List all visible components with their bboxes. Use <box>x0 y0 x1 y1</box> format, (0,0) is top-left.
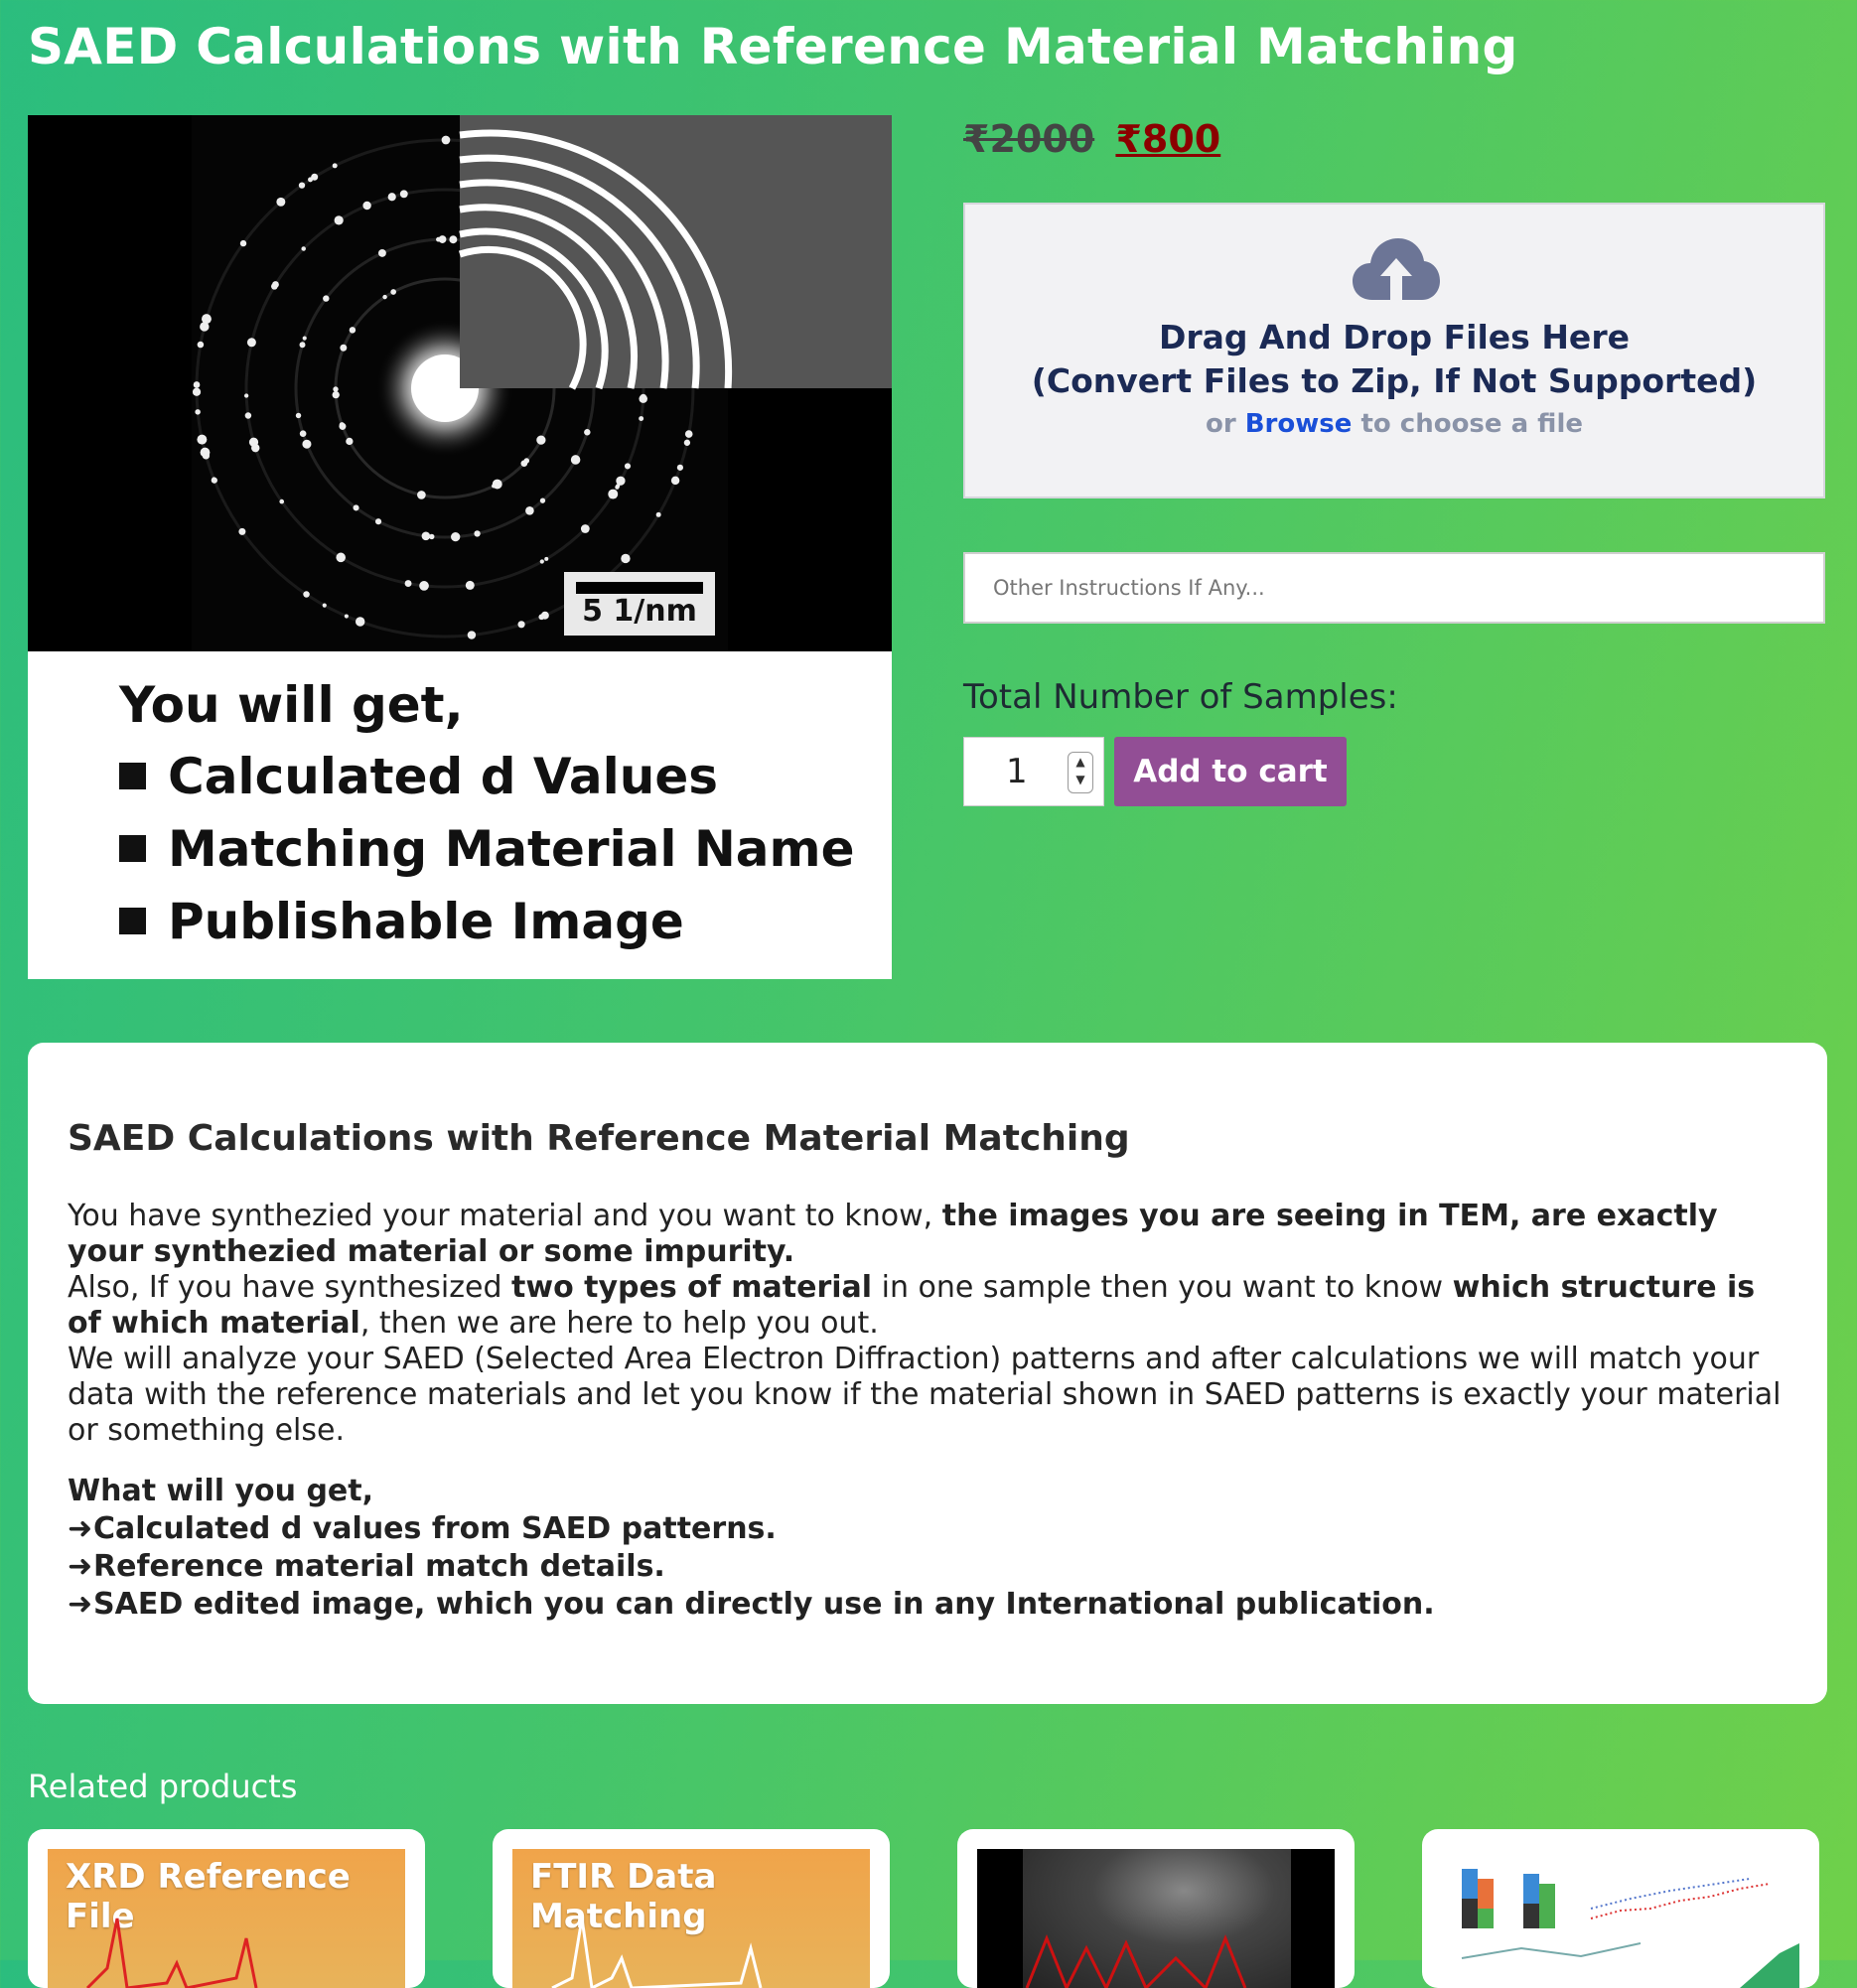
other-instructions-input[interactable] <box>963 552 1825 624</box>
tem-overlay-graphic <box>1025 1933 1247 1988</box>
list-item: ➜Calculated d values from SAED patterns. <box>68 1510 1787 1548</box>
arrow-right-icon: ➜ <box>68 1511 93 1546</box>
what-you-get-list: What will you get, ➜Calculated d values … <box>68 1473 1787 1624</box>
benefits-heading: You will get, <box>119 676 464 734</box>
price-new: ₹800 <box>1115 117 1221 161</box>
scale-bar: 5 1/nm <box>564 572 715 636</box>
price: ₹2000 ₹800 <box>963 117 1220 161</box>
related-product-card[interactable] <box>1422 1829 1819 1988</box>
description-paragraph: You have synthezied your material and yo… <box>68 1199 1787 1449</box>
desc-text: We will analyze your SAED (Selected Area… <box>68 1342 1782 1448</box>
benefit-item: Matching Material Name <box>119 812 855 885</box>
desc-text: in one sample then you want to know <box>872 1270 1453 1305</box>
benefit-label: Calculated d Values <box>168 747 719 805</box>
related-product-thumbnail[interactable]: FTIR Data Matching <box>512 1849 870 1988</box>
list-item-label: SAED edited image, which you can directl… <box>93 1587 1435 1622</box>
stepper-arrows-icon[interactable]: ▲ ▼ <box>1068 752 1093 793</box>
dropzone-title: Drag And Drop Files Here (Convert Files … <box>965 316 1823 403</box>
scale-bar-label: 5 1/nm <box>582 594 697 629</box>
benefit-label: Publishable Image <box>168 892 684 950</box>
dropzone-subtext: or Browse to choose a file <box>965 409 1823 439</box>
quantity-stepper[interactable]: 1 ▲ ▼ <box>963 737 1104 806</box>
list-item: ➜SAED edited image, which you can direct… <box>68 1586 1787 1624</box>
related-product-card[interactable] <box>957 1829 1355 1988</box>
related-product-thumbnail[interactable]: XRD Reference File <box>48 1849 405 1988</box>
charts-graphic <box>1461 1869 1799 1988</box>
related-product-card[interactable]: FTIR Data Matching <box>493 1829 890 1988</box>
square-bullet-icon <box>119 763 146 789</box>
benefit-item: Calculated d Values <box>119 740 855 812</box>
benefit-label: Matching Material Name <box>168 819 855 878</box>
related-product-card[interactable]: XRD Reference File <box>28 1829 425 1988</box>
dropzone-or: or <box>1205 409 1236 439</box>
spectrum-graphic <box>85 1917 258 1988</box>
dropzone-title-line1: Drag And Drop Files Here <box>1159 318 1630 356</box>
browse-link[interactable]: Browse <box>1245 409 1353 439</box>
spectrum-graphic <box>551 1917 763 1988</box>
price-old: ₹2000 <box>963 117 1095 161</box>
description-title: SAED Calculations with Reference Materia… <box>68 1118 1130 1159</box>
benefits-list: You will get, Calculated d Values Matchi… <box>119 676 855 957</box>
arrow-right-icon: ➜ <box>68 1549 93 1584</box>
list-item-label: Calculated d values from SAED patterns. <box>93 1511 777 1546</box>
square-bullet-icon <box>119 835 146 862</box>
description-card: SAED Calculations with Reference Materia… <box>28 1043 1827 1704</box>
square-bullet-icon <box>119 908 146 934</box>
dropzone-suffix: to choose a file <box>1360 409 1584 439</box>
related-product-thumbnail[interactable] <box>977 1849 1335 1988</box>
related-products-heading: Related products <box>28 1768 298 1805</box>
page-title: SAED Calculations with Reference Materia… <box>28 18 1518 75</box>
product-image[interactable]: 5 1/nm You will get, Calculated d Values… <box>28 115 892 979</box>
benefit-item: Publishable Image <box>119 885 855 957</box>
list-item: ➜Reference material match details. <box>68 1548 1787 1586</box>
list-item-label: Reference material match details. <box>93 1549 665 1584</box>
related-product-thumbnail[interactable] <box>1442 1849 1799 1988</box>
desc-text: Also, If you have synthesized <box>68 1270 512 1305</box>
file-dropzone[interactable]: Drag And Drop Files Here (Convert Files … <box>963 203 1825 498</box>
dropzone-title-line2: (Convert Files to Zip, If Not Supported) <box>1031 361 1758 400</box>
desc-text: , then we are here to help you out. <box>359 1306 879 1341</box>
desc-text: You have synthezied your material and yo… <box>68 1199 942 1233</box>
quantity-value[interactable]: 1 <box>1006 752 1028 791</box>
arrow-right-icon: ➜ <box>68 1587 93 1622</box>
saed-pattern-image <box>28 115 892 651</box>
cloud-upload-icon <box>1353 238 1440 300</box>
add-to-cart-button[interactable]: Add to cart <box>1114 737 1347 806</box>
samples-label: Total Number of Samples: <box>963 677 1398 717</box>
scale-bar-line <box>576 582 703 594</box>
desc-bold: two types of material <box>511 1270 873 1305</box>
what-you-get-heading: What will you get, <box>68 1474 374 1508</box>
